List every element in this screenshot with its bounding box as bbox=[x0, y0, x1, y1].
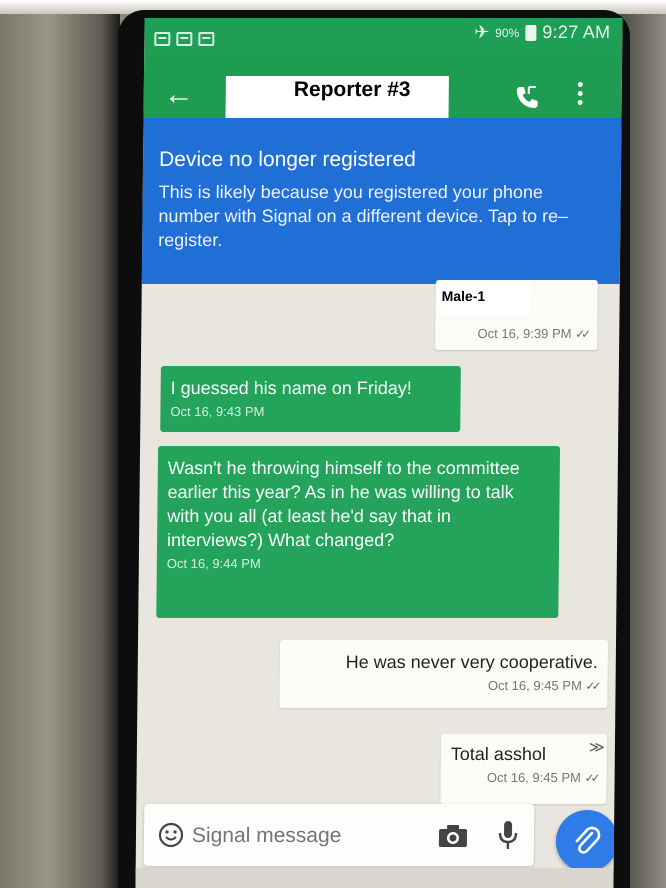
clock: 9:27 AM bbox=[542, 22, 611, 42]
battery-percent: 90% bbox=[495, 25, 520, 40]
battery-icon bbox=[525, 24, 537, 41]
outgoing-message[interactable]: Total asshol Oct 16, 9:45 PM ✓✓ bbox=[440, 734, 608, 804]
phone-call-icon[interactable] bbox=[514, 84, 540, 115]
notification-icon bbox=[176, 32, 193, 46]
photo-background-left bbox=[0, 0, 120, 888]
status-right: ✈ 90% 9:27 AM bbox=[474, 22, 611, 43]
delivered-check-icon: ✓✓ bbox=[584, 771, 597, 785]
message-input[interactable] bbox=[189, 818, 415, 854]
incoming-message[interactable]: I guessed his name on Friday! Oct 16, 9:… bbox=[160, 366, 461, 432]
message-time: Oct 16, 9:45 PM ✓✓ bbox=[486, 770, 597, 785]
message-composer bbox=[143, 804, 535, 866]
message-time: Oct 16, 9:45 PM ✓✓ bbox=[487, 678, 598, 693]
smiley-icon[interactable] bbox=[158, 822, 184, 853]
delivered-check-icon: ✓✓ bbox=[575, 327, 588, 341]
camera-icon[interactable] bbox=[438, 824, 468, 853]
calendar-icon bbox=[198, 32, 215, 46]
message-time: Oct 16, 9:43 PM bbox=[170, 404, 265, 419]
notification-icons bbox=[154, 32, 215, 46]
message-time: Oct 16, 9:39 PM ✓✓ bbox=[477, 326, 588, 341]
message-text: I guessed his name on Friday! bbox=[170, 378, 412, 398]
phone-screen: ✈ 90% 9:27 AM ← Reporter #3 Device no lo… bbox=[135, 18, 623, 888]
scroll-down-icon[interactable]: ≫ bbox=[589, 738, 605, 756]
bottom-edge bbox=[135, 868, 614, 888]
message-text: He was never very cooperative. bbox=[345, 652, 598, 672]
message-time: Oct 16, 9:44 PM bbox=[166, 556, 261, 571]
paperclip-icon bbox=[575, 826, 601, 854]
back-arrow-icon[interactable]: ← bbox=[164, 78, 194, 111]
sender-label: Male-1 bbox=[441, 288, 486, 304]
banner-text: This is likely because you registered yo… bbox=[158, 182, 569, 250]
microphone-icon[interactable] bbox=[498, 820, 518, 855]
banner-title: Device no longer registered bbox=[158, 148, 417, 171]
conversation-title: Reporter #3 bbox=[293, 78, 411, 101]
attach-button[interactable] bbox=[555, 810, 619, 872]
message-text: Total asshol bbox=[450, 744, 547, 764]
notification-icon bbox=[154, 32, 171, 46]
status-bar: ✈ 90% 9:27 AM bbox=[144, 18, 623, 56]
registration-banner[interactable]: Device no longer registered This is like… bbox=[141, 118, 622, 284]
incoming-message[interactable]: Wasn't he throwing himself to the commit… bbox=[156, 446, 561, 618]
more-vertical-icon[interactable] bbox=[577, 82, 584, 109]
delivered-check-icon: ✓✓ bbox=[585, 679, 598, 693]
message-text: Wasn't he throwing himself to the commit… bbox=[166, 458, 520, 550]
airplane-mode-icon: ✈ bbox=[474, 22, 490, 42]
outgoing-message[interactable]: He was never very cooperative. Oct 16, 9… bbox=[279, 640, 609, 708]
